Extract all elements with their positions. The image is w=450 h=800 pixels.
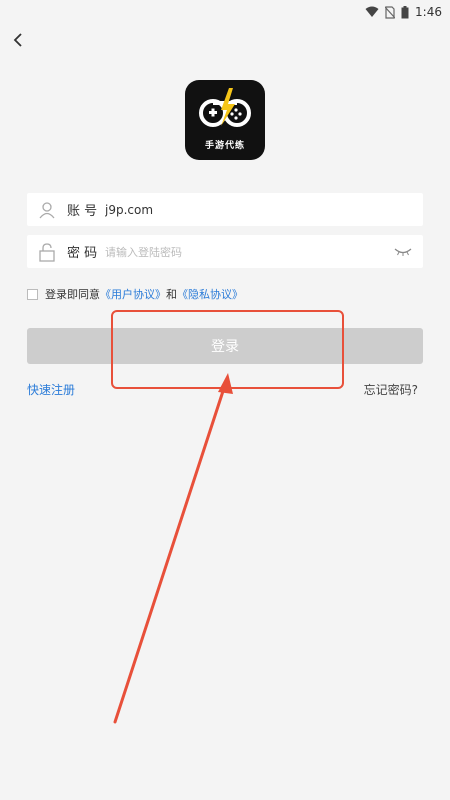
account-label: 账 号 — [67, 204, 98, 219]
battery-icon — [401, 5, 409, 19]
register-link[interactable]: 快速注册 — [27, 381, 75, 398]
status-time: 1:46 — [415, 5, 442, 19]
agreement-row: 登录即同意 《用户协议》 和 《隐私协议》 — [27, 286, 243, 302]
no-sim-icon — [385, 5, 396, 19]
logo-text: 手游代练 — [204, 141, 245, 151]
password-input[interactable] — [105, 244, 383, 259]
agreement-conjunction: 和 — [166, 288, 177, 301]
privacy-agreement-link[interactable]: 《隐私协议》 — [177, 286, 243, 302]
lock-icon — [27, 242, 67, 262]
app-logo: 手游代练 — [185, 80, 265, 160]
wifi-icon — [365, 6, 379, 18]
password-label: 密 码 — [67, 246, 98, 261]
back-button[interactable] — [8, 30, 28, 50]
forgot-password-link[interactable]: 忘记密码? — [364, 381, 418, 398]
agreement-prefix: 登录即同意 — [45, 288, 100, 301]
account-input[interactable] — [105, 202, 423, 217]
password-field: 密 码 — [27, 235, 423, 268]
eye-closed-icon[interactable] — [383, 247, 423, 257]
user-agreement-link[interactable]: 《用户协议》 — [100, 286, 166, 302]
gamepad-logo-icon — [199, 88, 251, 127]
annotation-highlight-box — [111, 310, 344, 389]
status-bar: 1:46 — [0, 0, 450, 24]
user-icon — [27, 201, 67, 219]
account-field: 账 号 — [27, 193, 423, 226]
agreement-checkbox[interactable] — [27, 288, 38, 300]
chevron-left-icon — [13, 33, 22, 47]
